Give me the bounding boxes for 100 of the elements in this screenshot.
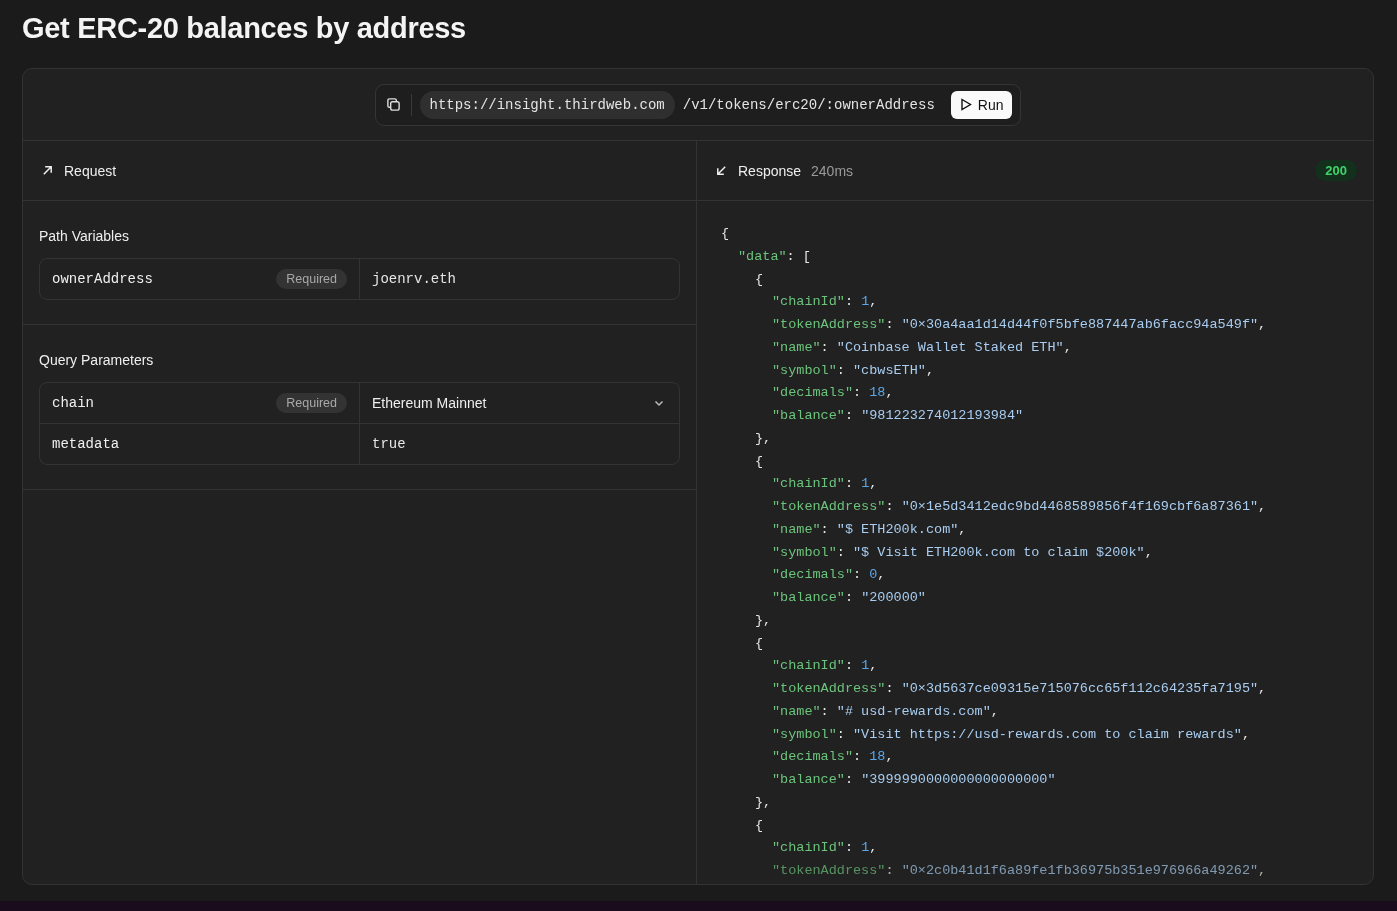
json-punctuation: }, (755, 612, 772, 628)
json-punctuation: , (885, 749, 894, 765)
json-punctuation: : (885, 317, 895, 332)
json-punctuation: { (755, 271, 764, 287)
json-key: "symbol" (772, 726, 837, 742)
json-key: "chainId" (772, 840, 845, 856)
json-string: "0×30a4aa1d14d44f0f5bfe887447ab6facc94a549f" (901, 317, 1259, 332)
json-punctuation: : (844, 476, 855, 492)
json-punctuation: , (1144, 544, 1153, 560)
json-punctuation: , (1258, 863, 1267, 878)
json-key: "tokenAddress" (772, 317, 886, 332)
base-url: https://insight.thirdweb.com (419, 90, 675, 119)
json-string: "981223274012193984" (861, 408, 1024, 423)
json-punctuation: : (836, 362, 846, 378)
json-punctuation: : (844, 590, 855, 605)
endpoint-path: /v1/tokens/erc20/:ownerAddress (682, 96, 935, 113)
json-punctuation: , (885, 385, 894, 401)
json-punctuation: { (721, 226, 730, 241)
value-field[interactable]: true (360, 424, 679, 464)
request-label: Request (64, 162, 117, 179)
json-punctuation: : (844, 294, 855, 310)
json-punctuation: , (1063, 339, 1072, 355)
json-string: "0×2c0b41d1f6a89fe1fb36975b351e976966a49262" (901, 863, 1259, 878)
json-punctuation: : (885, 681, 895, 696)
json-string: "200000" (861, 590, 926, 605)
json-key: "decimals" (772, 749, 853, 765)
json-number: 18 (869, 385, 886, 401)
param-name: chain (52, 395, 94, 411)
json-string: "$ ETH200k.com" (836, 521, 959, 537)
json-number: 18 (869, 749, 886, 765)
json-key: "symbol" (772, 544, 837, 560)
json-key: "symbol" (772, 362, 837, 378)
param-name: metadata (52, 436, 120, 452)
json-punctuation: : (844, 658, 855, 674)
response-time: 240ms (811, 162, 854, 179)
json-number: 1 (861, 476, 870, 492)
json-number: 1 (861, 294, 870, 310)
json-punctuation: : (844, 408, 855, 423)
json-punctuation: }, (755, 430, 772, 446)
json-punctuation: : (853, 567, 863, 583)
status-badge: 200 (1315, 160, 1357, 181)
copy-button[interactable] (385, 93, 412, 116)
play-icon (959, 98, 972, 111)
json-string: "0×3d5637ce09315e715076cc65f112c64235fa7195" (901, 681, 1259, 696)
json-punctuation: : (885, 863, 895, 878)
json-key: "balance" (772, 590, 845, 605)
json-number: 1 (861, 658, 870, 674)
json-punctuation: : (885, 499, 895, 514)
response-label: Response (738, 162, 802, 179)
json-punctuation: : (853, 749, 863, 765)
json-punctuation: , (958, 521, 967, 537)
chain-select[interactable]: Ethereum Mainnet (360, 383, 679, 423)
json-punctuation: , (877, 567, 886, 583)
json-number: 0 (869, 567, 878, 583)
json-key: "name" (772, 339, 821, 355)
json-string: "# usd-rewards.com" (836, 703, 991, 719)
json-punctuation: { (755, 453, 764, 469)
json-string: "Visit https://usd-rewards.com to claim rewards" (853, 726, 1242, 742)
json-punctuation: , (1258, 681, 1267, 696)
json-key: "name" (772, 703, 821, 719)
arrow-up-right-icon (41, 164, 54, 177)
json-key: "chainId" (772, 476, 845, 492)
json-punctuation: , (869, 840, 878, 856)
value-field[interactable]: joenrv.eth (360, 259, 679, 299)
json-string: "cbwsETH" (853, 362, 926, 378)
json-string: "Coinbase Wallet Staked ETH" (836, 339, 1064, 355)
json-punctuation: , (869, 658, 878, 674)
json-key: "tokenAddress" (772, 681, 886, 696)
json-punctuation: { (755, 817, 764, 833)
json-punctuation: : (820, 521, 830, 537)
json-punctuation: : [ (786, 248, 811, 264)
run-button[interactable]: Run (950, 90, 1013, 119)
arrow-down-left-icon (715, 164, 728, 177)
json-punctuation: : (853, 385, 863, 401)
page-title: Get ERC-20 balances by address (22, 12, 466, 45)
required-badge: Required (276, 393, 347, 413)
json-punctuation: : (820, 339, 830, 355)
json-key: "name" (772, 521, 821, 537)
required-badge: Required (276, 269, 347, 289)
json-punctuation: }, (755, 794, 772, 810)
section-title: Path Variables (39, 228, 129, 244)
json-punctuation: , (869, 294, 878, 310)
json-number: 1 (861, 840, 870, 856)
json-string: "3999990000000000000000" (861, 772, 1056, 787)
json-key: "balance" (772, 408, 845, 423)
json-key: "chainId" (772, 658, 845, 674)
json-punctuation: { (755, 635, 764, 651)
json-punctuation: , (925, 362, 935, 378)
json-punctuation: : (820, 703, 830, 719)
json-key: "tokenAddress" (772, 499, 886, 514)
json-punctuation: : (836, 544, 846, 560)
json-key: "decimals" (772, 567, 853, 583)
json-key: "data" (738, 248, 787, 264)
json-key: "decimals" (772, 385, 853, 401)
json-string: "0×1e5d3412edc9bd4468589856f4f169cbf6a87361" (901, 499, 1259, 514)
json-punctuation: : (844, 840, 855, 856)
json-punctuation: : (844, 772, 855, 787)
json-punctuation: : (836, 726, 846, 742)
json-punctuation: , (1241, 726, 1250, 742)
param-name: ownerAddress (52, 271, 153, 287)
